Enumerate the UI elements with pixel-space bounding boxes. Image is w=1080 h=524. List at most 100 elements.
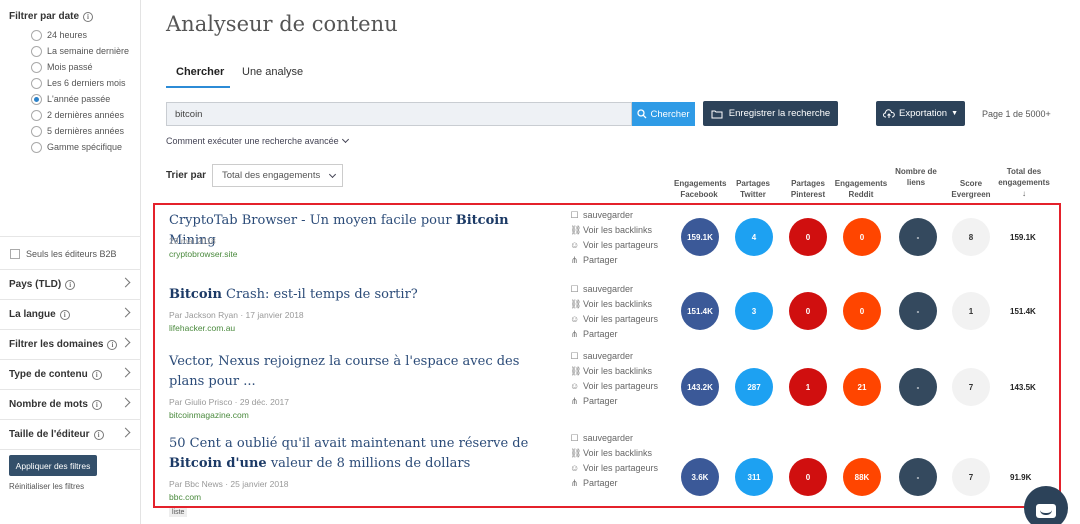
chevron-right-icon xyxy=(120,277,131,288)
chevron-down-icon xyxy=(329,170,337,178)
filter-section[interactable]: La langue i xyxy=(0,300,141,330)
radio-icon[interactable] xyxy=(31,126,42,137)
column-header[interactable]: Nombre de liens xyxy=(895,166,937,188)
active-tab-indicator xyxy=(166,86,230,88)
date-option[interactable]: 24 heures xyxy=(31,30,131,41)
total-engagements: 159.1K xyxy=(1010,233,1036,242)
result-domain-link[interactable]: cryptobrowser.site xyxy=(169,249,238,259)
filter-section[interactable]: Pays (TLD) i xyxy=(0,270,141,300)
links-count-badge[interactable]: - xyxy=(899,218,937,256)
result-title-link[interactable]: CryptoTab Browser - Un moyen facile pour… xyxy=(169,211,549,251)
result-title-link[interactable]: 50 Cent a oublié qu'il avait maintenant … xyxy=(169,434,549,474)
result-domain-link[interactable]: bitcoinmagazine.com xyxy=(169,410,249,420)
facebook-engagement-badge: 159.1K xyxy=(681,218,719,256)
column-header[interactable]: Partages Pinterest xyxy=(786,178,830,200)
date-option[interactable]: L'année passée xyxy=(31,94,131,105)
info-icon[interactable]: i xyxy=(107,339,118,350)
checkbox-icon[interactable] xyxy=(10,249,20,259)
reddit-engagement-badge: 0 xyxy=(843,218,881,256)
view-sharers-action[interactable]: ☺ Voir les partageurs xyxy=(570,238,658,253)
view-sharers-action[interactable]: ☺ Voir les partageurs xyxy=(570,312,658,327)
date-option[interactable]: Gamme spécifique xyxy=(31,142,131,153)
list-badge: liste xyxy=(169,508,188,517)
sort-select[interactable]: Total des engagements xyxy=(212,164,343,187)
twitter-shares-badge: 287 xyxy=(735,368,773,406)
b2b-checkbox[interactable]: Seuls les éditeurs B2B xyxy=(10,249,117,259)
total-engagements: 151.4K xyxy=(1010,307,1036,316)
radio-icon[interactable] xyxy=(31,142,42,153)
share-icon: ⋔ xyxy=(570,396,579,406)
share-action[interactable]: ⋔ Partager xyxy=(570,327,658,342)
radio-icon[interactable] xyxy=(31,62,42,73)
date-option[interactable]: Les 6 derniers mois xyxy=(31,78,131,89)
radio-icon[interactable] xyxy=(31,78,42,89)
result-actions: ☐ sauvegarder ⛓ Voir les backlinks ☺ Voir les… xyxy=(570,349,658,409)
links-count-badge[interactable]: - xyxy=(899,458,937,496)
chevron-right-icon xyxy=(120,367,131,378)
evergreen-score-badge: 1 xyxy=(952,292,990,330)
save-action[interactable]: ☐ sauvegarder xyxy=(570,282,658,297)
share-action[interactable]: ⋔ Partager xyxy=(570,253,658,268)
bookmark-icon: ☐ xyxy=(570,210,579,220)
search-button[interactable]: Chercher xyxy=(632,102,695,126)
share-action[interactable]: ⋔ Partager xyxy=(570,476,658,491)
radio-icon[interactable] xyxy=(31,46,42,57)
apply-filters-button[interactable]: Appliquer des filtres xyxy=(9,455,97,476)
radio-icon[interactable] xyxy=(31,30,42,41)
column-header[interactable]: Total des engagements ↓ xyxy=(996,166,1052,199)
view-backlinks-action[interactable]: ⛓ Voir les backlinks xyxy=(570,223,658,238)
links-count-badge[interactable]: - xyxy=(899,292,937,330)
share-action[interactable]: ⋔ Partager xyxy=(570,394,658,409)
column-header[interactable]: Score Evergreen xyxy=(950,178,992,200)
column-header[interactable]: Engagements Reddit xyxy=(834,178,888,200)
search-input[interactable]: bitcoin xyxy=(166,102,632,126)
column-header[interactable]: Partages Twitter xyxy=(733,178,773,200)
radio-icon[interactable] xyxy=(31,94,42,105)
result-domain-link[interactable]: bbc.com xyxy=(169,492,201,502)
tab-analysis[interactable]: Une analyse xyxy=(242,66,303,78)
share-icon: ⋔ xyxy=(570,478,579,488)
filter-section[interactable]: Filtrer les domaines i xyxy=(0,330,141,360)
result-domain-link[interactable]: lifehacker.com.au xyxy=(169,323,235,333)
view-sharers-action[interactable]: ☺ Voir les partageurs xyxy=(570,461,658,476)
date-option[interactable]: 2 dernières années xyxy=(31,110,131,121)
share-icon: ⋔ xyxy=(570,329,579,339)
user-icon: ☺ xyxy=(570,240,580,250)
pinterest-shares-badge: 0 xyxy=(789,458,827,496)
column-header[interactable]: Engagements Facebook xyxy=(674,178,726,200)
view-backlinks-action[interactable]: ⛓ Voir les backlinks xyxy=(570,446,658,461)
save-action[interactable]: ☐ sauvegarder xyxy=(570,431,658,446)
date-option[interactable]: La semaine dernière xyxy=(31,46,131,57)
info-icon[interactable]: i xyxy=(93,429,104,440)
date-option[interactable]: Mois passé xyxy=(31,62,131,73)
save-search-button[interactable]: Enregistrer la recherche xyxy=(703,101,838,126)
filter-section[interactable]: Nombre de mots i xyxy=(0,390,141,420)
info-icon[interactable]: i xyxy=(83,11,94,22)
twitter-shares-badge: 311 xyxy=(735,458,773,496)
tab-search[interactable]: Chercher xyxy=(176,66,224,78)
date-option[interactable]: 5 dernières années xyxy=(31,126,131,137)
info-icon[interactable]: i xyxy=(59,309,70,320)
advanced-search-link[interactable]: Comment exécuter une recherche avancée xyxy=(166,135,349,146)
info-icon[interactable]: i xyxy=(65,279,76,290)
filter-section[interactable]: Taille de l'éditeur i xyxy=(0,420,141,450)
chat-widget-button[interactable] xyxy=(1024,486,1068,524)
result-actions: ☐ sauvegarder ⛓ Voir les backlinks ☺ Voir les… xyxy=(570,282,658,342)
page-title: Analyseur de contenu xyxy=(166,12,398,36)
links-count-badge[interactable]: - xyxy=(899,368,937,406)
reddit-engagement-badge: 88K xyxy=(843,458,881,496)
export-button[interactable]: Exportation ▼ xyxy=(876,101,965,126)
date-filter-title: Filtrer par date i xyxy=(9,11,94,22)
reset-filters-link[interactable]: Réinitialiser les filtres xyxy=(9,482,84,491)
result-title-link[interactable]: Vector, Nexus rejoignez la course à l'es… xyxy=(169,352,549,392)
filter-section[interactable]: Type de contenu i xyxy=(0,360,141,390)
info-icon[interactable]: i xyxy=(91,369,102,380)
save-action[interactable]: ☐ sauvegarder xyxy=(570,349,658,364)
radio-icon[interactable] xyxy=(31,110,42,121)
save-action[interactable]: ☐ sauvegarder xyxy=(570,208,658,223)
result-title-link[interactable]: Bitcoin Crash: est-il temps de sortir? xyxy=(169,285,549,305)
view-backlinks-action[interactable]: ⛓ Voir les backlinks xyxy=(570,297,658,312)
view-backlinks-action[interactable]: ⛓ Voir les backlinks xyxy=(570,364,658,379)
info-icon[interactable]: i xyxy=(91,399,102,410)
view-sharers-action[interactable]: ☺ Voir les partageurs xyxy=(570,379,658,394)
